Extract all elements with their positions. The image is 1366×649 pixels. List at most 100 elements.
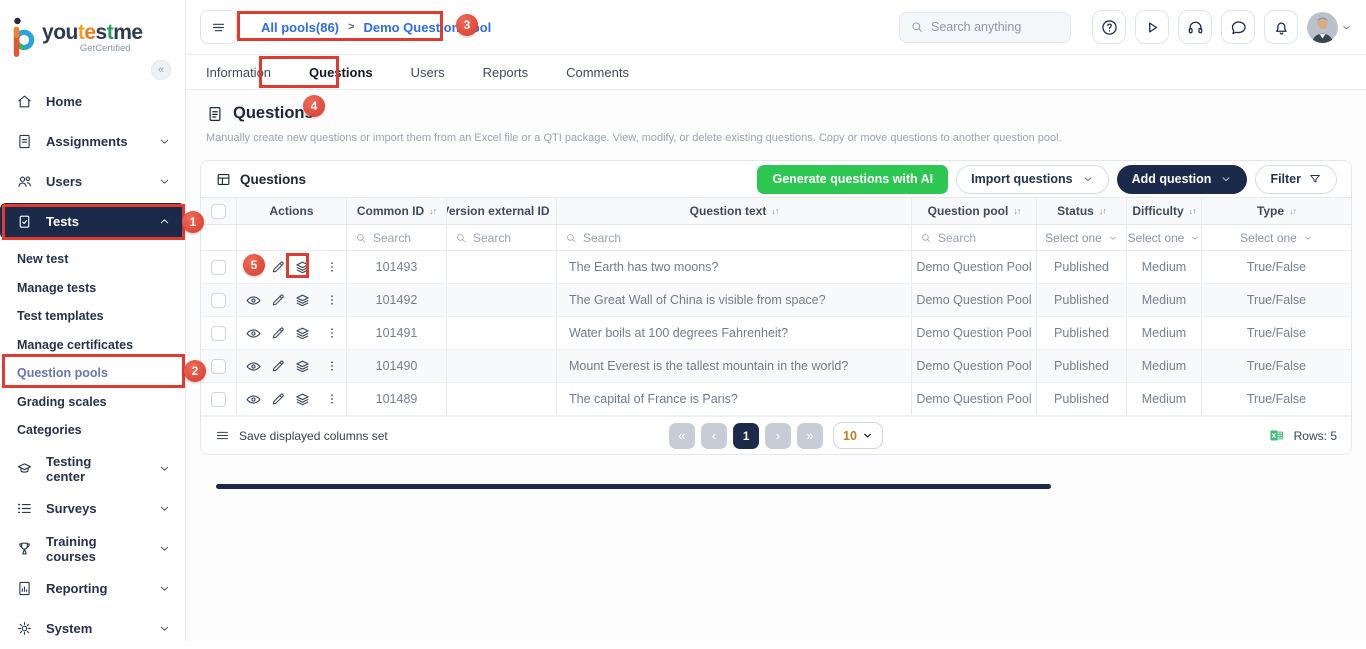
edit-pencil-icon[interactable] [270,358,286,374]
sort-icon[interactable]: ↓↑ [1289,206,1296,216]
filter-type-select[interactable]: Select one [1202,225,1351,250]
view-icon[interactable] [245,325,262,342]
versions-layers-icon[interactable] [294,325,311,342]
edit-pencil-icon[interactable] [270,391,286,407]
breadcrumb-all-pools[interactable]: All pools(86) [261,20,339,35]
filter-common-id-input[interactable] [373,231,438,245]
select-all-checkbox[interactable] [211,204,226,219]
chat-icon[interactable] [1221,10,1255,44]
add-question-label: Add question [1132,172,1212,186]
versions-layers-icon[interactable] [294,292,311,309]
row-checkbox[interactable] [211,392,226,407]
avatar [1307,12,1338,43]
sidebar-item-grading-scales[interactable]: Grading scales [0,388,185,417]
sidebar-item-system[interactable]: System [0,609,185,649]
filter-question-text[interactable] [557,225,912,250]
horizontal-scrollbar[interactable] [216,484,1051,489]
more-kebab-icon[interactable] [325,392,339,406]
generate-questions-ai-button[interactable]: Generate questions with AI [757,165,948,194]
versions-layers-icon[interactable] [294,391,311,408]
pagination-page-1-button[interactable]: 1 [733,423,759,449]
column-header-version-external-id[interactable]: Version external ID↓↑ [447,198,557,224]
view-icon[interactable] [245,259,262,276]
more-kebab-icon[interactable] [325,359,339,373]
breadcrumb-current[interactable]: Demo Question Pool [363,20,491,35]
sidebar-item-tests[interactable]: Tests [0,203,185,239]
column-header-question-pool[interactable]: Question pool↓↑ [912,198,1037,224]
more-kebab-icon[interactable] [325,326,339,340]
more-kebab-icon[interactable] [325,260,339,274]
view-icon[interactable] [245,358,262,375]
sidebar-item-home[interactable]: Home [0,81,185,121]
tab-comments[interactable]: Comments [566,65,629,80]
add-question-button[interactable]: Add question [1117,165,1248,194]
column-header-type[interactable]: Type↓↑ [1202,198,1351,224]
sort-icon[interactable]: ↓↑ [1189,206,1196,216]
support-headphones-icon[interactable] [1178,10,1212,44]
sort-icon[interactable]: ↓↑ [771,206,778,216]
filter-status-select[interactable]: Select one [1037,225,1127,250]
pagination-last-button[interactable]: » [797,423,823,449]
sidebar-item-users[interactable]: Users [0,161,185,201]
page-size-select[interactable]: 10 [833,422,883,449]
sidebar-item-question-pools[interactable]: Question pools [0,359,185,388]
sort-icon[interactable]: ↓↑ [1013,206,1020,216]
sidebar-item-training-courses[interactable]: Training courses [0,529,185,569]
filter-common-id[interactable] [347,225,447,250]
sort-icon[interactable]: ↓↑ [429,206,436,216]
sidebar-item-manage-certificates[interactable]: Manage certificates [0,331,185,360]
column-header-difficulty[interactable]: Difficulty↓↑ [1127,198,1202,224]
filter-difficulty-select[interactable]: Select one [1127,225,1202,250]
play-icon[interactable] [1135,10,1169,44]
search-input[interactable] [931,20,1051,34]
tab-information[interactable]: Information [206,65,271,80]
row-checkbox[interactable] [211,326,226,341]
import-questions-button[interactable]: Import questions [956,165,1108,194]
help-icon[interactable] [1092,10,1126,44]
sidebar-item-categories[interactable]: Categories [0,416,185,445]
versions-layers-icon[interactable] [294,259,311,276]
sidebar-item-reporting[interactable]: Reporting [0,569,185,609]
filter-version-external-id[interactable] [447,225,557,250]
column-header-common-id[interactable]: Common ID↓↑ [347,198,447,224]
pagination-next-button[interactable]: › [765,423,791,449]
view-icon[interactable] [245,391,262,408]
sidebar-item-new-test[interactable]: New test [0,245,185,274]
menu-icon[interactable] [200,10,237,44]
view-icon[interactable] [245,292,262,309]
filter-question-pool[interactable] [912,225,1037,250]
filter-button[interactable]: Filter [1255,165,1337,194]
row-checkbox[interactable] [211,359,226,374]
column-header-question-text[interactable]: Question text↓↑ [557,198,912,224]
edit-pencil-icon[interactable] [270,259,286,275]
tab-questions[interactable]: Questions [309,65,373,80]
filter-question-text-input[interactable] [583,231,903,245]
row-checkbox[interactable] [211,260,226,275]
tab-users[interactable]: Users [411,65,445,80]
sidebar-item-test-templates[interactable]: Test templates [0,302,185,331]
filter-version-external-id-input[interactable] [473,231,548,245]
excel-export-icon[interactable] [1268,427,1285,444]
save-columns-button[interactable]: Save displayed columns set [215,428,388,443]
column-header-status[interactable]: Status↓↑ [1037,198,1127,224]
sidebar-item-testing-center[interactable]: Testing center [0,449,185,489]
edit-pencil-icon[interactable] [270,292,286,308]
tab-reports[interactable]: Reports [483,65,529,80]
sidebar-item-manage-tests[interactable]: Manage tests [0,274,185,303]
sidebar-item-surveys[interactable]: Surveys [0,489,185,529]
cell-question-text: The capital of France is Paris? [557,383,912,415]
sidebar-item-assignments[interactable]: Assignments [0,121,185,161]
sort-icon[interactable]: ↓↑ [1099,206,1106,216]
row-checkbox[interactable] [211,293,226,308]
versions-layers-icon[interactable] [294,358,311,375]
notifications-bell-icon[interactable] [1264,10,1298,44]
sidebar-collapse-button[interactable]: « [151,60,171,80]
column-header-actions: Actions [237,198,347,224]
edit-pencil-icon[interactable] [270,325,286,341]
filter-question-pool-input[interactable] [938,231,1028,245]
pagination-prev-button[interactable]: ‹ [701,423,727,449]
pagination-first-button[interactable]: « [669,423,695,449]
user-menu[interactable] [1307,12,1352,43]
global-search[interactable] [899,12,1071,43]
more-kebab-icon[interactable] [325,293,339,307]
